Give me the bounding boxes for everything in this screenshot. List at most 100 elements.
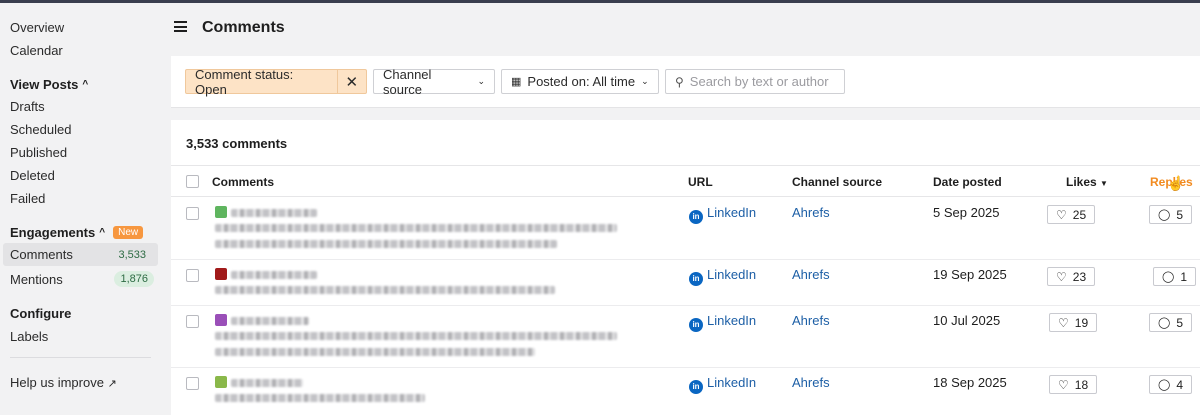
channel-source-link[interactable]: Ahrefs — [792, 267, 830, 282]
url-cell[interactable]: in LinkedIn — [689, 267, 756, 286]
dropdown-label: Channel source — [383, 66, 432, 97]
row-checkbox[interactable] — [186, 377, 199, 390]
replies-button[interactable]: ◯ 1 — [1153, 267, 1196, 286]
content-gap — [171, 108, 1200, 120]
column-header-date: Date posted — [933, 175, 1002, 189]
filter-label: Comment status: Open — [195, 66, 294, 97]
replies-button[interactable]: ◯ 5 — [1149, 313, 1192, 332]
comment-bubble-icon: ◯ — [1158, 379, 1171, 391]
column-header-url: URL — [688, 175, 713, 189]
select-all-checkbox[interactable] — [186, 175, 199, 188]
sidebar-item-labels[interactable]: Labels — [10, 329, 48, 344]
table-row[interactable]: in LinkedIn Ahrefs 10 Jul 2025 ♡ 19 ◯ 5 — [171, 306, 1200, 368]
sidebar-item-failed[interactable]: Failed — [10, 191, 45, 206]
sidebar-section-view-posts[interactable]: View Posts ^ — [10, 77, 88, 92]
comment-text-redacted — [215, 240, 557, 248]
url-cell[interactable]: in LinkedIn — [689, 313, 756, 332]
linkedin-icon: in — [689, 209, 703, 224]
avatar — [215, 314, 227, 326]
posted-on-dropdown[interactable]: ▦ Posted on: All time ⌄ — [501, 69, 659, 94]
likes-button[interactable]: ♡ 23 — [1047, 267, 1096, 286]
url-cell[interactable]: in LinkedIn — [689, 375, 756, 394]
table-header: Comments URL Channel source Date posted … — [171, 165, 1200, 197]
row-checkbox[interactable] — [186, 269, 199, 282]
avatar — [215, 376, 227, 388]
avatar — [215, 268, 227, 280]
table-row[interactable]: in LinkedIn Ahrefs 5 Sep 2025 ♡ 25 ◯ 5 — [171, 198, 1200, 260]
url-cell[interactable]: in LinkedIn — [689, 205, 756, 224]
chevron-up-icon: ^ — [99, 227, 106, 238]
calendar-icon: ▦ — [511, 76, 522, 88]
sidebar-item-deleted[interactable]: Deleted — [10, 168, 55, 183]
sidebar-item-published[interactable]: Published — [10, 145, 67, 160]
sidebar-item-scheduled[interactable]: Scheduled — [10, 122, 71, 137]
author-name-redacted — [231, 209, 317, 217]
table-row[interactable]: in LinkedIn Ahrefs 18 Sep 2025 ♡ 18 ◯ 4 — [171, 368, 1200, 415]
likes-button[interactable]: ♡ 18 — [1049, 375, 1098, 394]
comments-count-badge: 3,533 — [118, 249, 146, 261]
sidebar-item-comments[interactable]: Comments 3,533 — [3, 243, 158, 266]
sidebar-item-overview[interactable]: Overview — [10, 20, 64, 35]
row-checkbox[interactable] — [186, 315, 199, 328]
replies-count: 1 — [1180, 269, 1187, 284]
channel-source-link[interactable]: Ahrefs — [792, 205, 830, 220]
linkedin-icon: in — [689, 379, 703, 394]
url-link: LinkedIn — [707, 375, 757, 390]
replies-count: 5 — [1176, 315, 1183, 330]
heart-icon: ♡ — [1056, 207, 1067, 222]
likes-button[interactable]: ♡ 25 — [1047, 205, 1096, 224]
replies-button[interactable]: ◯ 4 — [1149, 375, 1192, 394]
column-header-comments: Comments — [212, 175, 275, 189]
channel-source-link[interactable]: Ahrefs — [792, 313, 830, 328]
sidebar-item-label: Comments — [10, 247, 73, 262]
comments-total: 3,533 comments — [186, 136, 288, 151]
section-label: Configure — [10, 306, 72, 321]
date-posted: 19 Sep 2025 — [933, 267, 1007, 282]
mentions-count-badge: 1,876 — [114, 271, 154, 287]
likes-button[interactable]: ♡ 19 — [1049, 313, 1098, 332]
sidebar-item-mentions[interactable]: Mentions 1,876 — [3, 268, 158, 290]
help-us-improve-link[interactable]: Help us improve ↗ — [10, 375, 117, 390]
chevron-down-icon: ⌄ — [477, 76, 485, 86]
chevron-down-icon: ⌄ — [641, 76, 649, 86]
sidebar-item-drafts[interactable]: Drafts — [10, 99, 45, 114]
comment-bubble-icon: ◯ — [1162, 271, 1175, 283]
row-checkbox[interactable] — [186, 207, 199, 220]
heart-icon: ♡ — [1058, 315, 1069, 330]
sidebar-section-configure: Configure — [10, 306, 71, 321]
avatar — [215, 206, 227, 218]
sidebar-item-label: Mentions — [10, 272, 63, 287]
linkedin-icon: in — [689, 271, 703, 286]
close-icon[interactable]: ✕ — [336, 70, 366, 93]
heart-icon: ♡ — [1058, 377, 1069, 392]
filter-bar: Comment status: Open ✕ Channel source ⌄ … — [171, 56, 1200, 108]
likes-count: 19 — [1074, 315, 1089, 330]
column-header-likes[interactable]: Likes ▼ — [1066, 175, 1108, 189]
comment-text-redacted — [215, 224, 617, 232]
author-name-redacted — [231, 379, 303, 387]
replies-button[interactable]: ◯ 5 — [1149, 205, 1192, 224]
sidebar-item-calendar[interactable]: Calendar — [10, 43, 63, 58]
help-label: Help us improve — [10, 375, 104, 390]
hamburger-menu-icon[interactable] — [174, 21, 187, 32]
search-input[interactable]: ⚲ Search by text or author — [665, 69, 845, 94]
comments-panel: 3,533 comments Comments URL Channel sour… — [171, 120, 1200, 415]
linkedin-icon: in — [689, 317, 703, 332]
date-posted: 5 Sep 2025 — [933, 205, 1000, 220]
page-title: Comments — [202, 19, 285, 36]
replies-count: 4 — [1176, 377, 1183, 392]
section-label: View Posts — [10, 77, 79, 92]
sidebar-section-engagements[interactable]: Engagements ^ New — [10, 225, 144, 240]
likes-count: 23 — [1072, 269, 1087, 284]
pointer-hand-icon: ☝ — [1167, 175, 1185, 191]
date-posted: 18 Sep 2025 — [933, 375, 1007, 390]
column-header-channel: Channel source — [792, 175, 883, 189]
comment-text-redacted — [215, 332, 617, 340]
chevron-up-icon: ^ — [82, 79, 89, 90]
comment-status-filter-chip[interactable]: Comment status: Open ✕ — [185, 66, 367, 97]
channel-source-dropdown[interactable]: Channel source ⌄ — [373, 66, 495, 97]
date-posted: 10 Jul 2025 — [933, 313, 1001, 328]
table-row[interactable]: in LinkedIn Ahrefs 19 Sep 2025 ♡ 23 ◯ 1 — [171, 260, 1200, 306]
search-icon: ⚲ — [675, 74, 684, 89]
channel-source-link[interactable]: Ahrefs — [792, 375, 830, 390]
